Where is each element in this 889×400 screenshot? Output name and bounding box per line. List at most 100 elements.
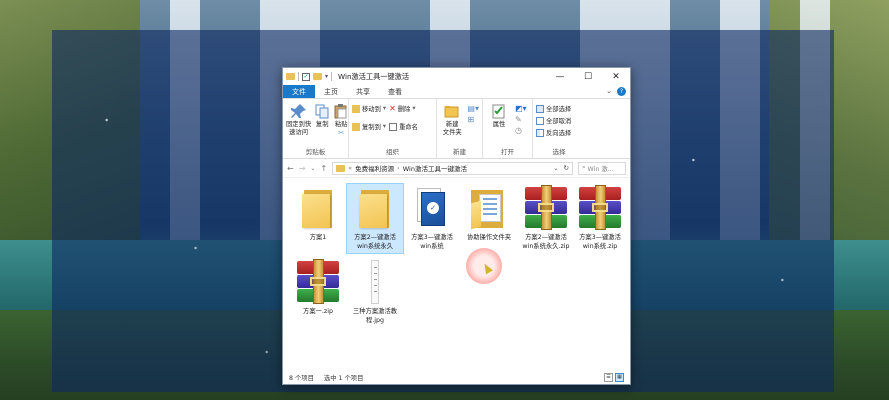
file-item[interactable]: 方案3—键激活 win系统.zip bbox=[572, 184, 628, 253]
image-thumbnail-icon bbox=[371, 260, 379, 304]
file-name: 方案一.zip bbox=[303, 308, 333, 315]
window-title: Win激活工具一键激活 bbox=[338, 71, 410, 81]
tab-view[interactable]: 查看 bbox=[379, 85, 411, 98]
ribbon: 固定到快 速访问 复制 粘贴 ✂ 剪贴板 移动到 ▾ 复制到 ▾ ✕ 删除 ▾ … bbox=[283, 99, 630, 159]
help-icon[interactable]: ? bbox=[617, 87, 626, 96]
select-all-icon bbox=[536, 104, 544, 113]
open-group: 属性 ◩▾ ✎ ◷ 打开 bbox=[483, 99, 533, 158]
back-arrow-icon[interactable]: ← bbox=[287, 164, 294, 173]
file-name: 三种方案激活教 程.jpg bbox=[352, 308, 398, 324]
paste-button[interactable]: 粘贴 ✂ bbox=[333, 101, 349, 137]
move-to-icon bbox=[352, 104, 360, 113]
maximize-button[interactable]: ☐ bbox=[574, 68, 602, 85]
breadcrumb-separator-icon: › bbox=[397, 164, 400, 172]
file-item[interactable]: ✓ 方案3—键激活 win系统 bbox=[404, 184, 460, 253]
quick-access-toolbar: ✓ ▾ bbox=[286, 72, 333, 81]
rename-label: 重命名 bbox=[399, 124, 418, 131]
select-none-button[interactable]: 全部取消 bbox=[536, 116, 571, 125]
properties-label: 属性 bbox=[492, 121, 506, 128]
edit-icon[interactable]: ✎ bbox=[515, 115, 527, 124]
organize-group-label: 组织 bbox=[386, 148, 399, 156]
select-group: 全部选择 全部取消 反向选择 选择 bbox=[533, 99, 585, 158]
file-item-selected[interactable]: 方案2—键激活 win系统永久 bbox=[346, 183, 404, 254]
file-name: 方案2—键激活 win系统永久 bbox=[354, 234, 396, 250]
refresh-icon[interactable]: ↻ bbox=[564, 164, 569, 172]
details-view-icon[interactable]: ☰ bbox=[604, 372, 613, 382]
properties-qa-icon[interactable]: ✓ bbox=[302, 72, 310, 81]
tab-file[interactable]: 文件 bbox=[283, 85, 315, 98]
copy-to-icon bbox=[352, 122, 360, 131]
winrar-archive-icon bbox=[577, 185, 623, 230]
tab-home[interactable]: 主页 bbox=[315, 85, 347, 98]
up-arrow-icon[interactable]: ↑ bbox=[320, 164, 327, 173]
recent-dropdown-icon[interactable]: ⌄ bbox=[310, 165, 315, 172]
new-folder-qa-icon[interactable] bbox=[313, 73, 322, 80]
breadcrumb-item[interactable]: 免费福利资源 bbox=[355, 163, 394, 173]
open-icon[interactable]: ◩▾ bbox=[515, 104, 527, 113]
file-item[interactable]: 三种方案激活教 程.jpg bbox=[347, 258, 403, 327]
invert-selection-icon bbox=[536, 128, 544, 137]
folder-icon bbox=[359, 188, 391, 228]
new-folder-label: 新建 文件夹 bbox=[442, 121, 462, 136]
pin-icon bbox=[290, 103, 307, 119]
history-icon[interactable]: ◷ bbox=[515, 126, 527, 135]
easy-access-icon[interactable]: ⊞ bbox=[467, 115, 479, 124]
rename-button[interactable]: 重命名 bbox=[389, 122, 418, 131]
paste-icon bbox=[333, 103, 349, 119]
invert-selection-button[interactable]: 反向选择 bbox=[536, 128, 571, 137]
breadcrumb-item[interactable]: Win激活工具一键激活 bbox=[403, 163, 467, 173]
title-bar[interactable]: ✓ ▾ Win激活工具一键激活 — ☐ ✕ bbox=[283, 68, 630, 85]
status-bar: 8 个项目 选中 1 个项目 ☰ ▦ bbox=[283, 370, 630, 384]
properties-icon bbox=[491, 103, 507, 119]
copy-label: 复制 bbox=[315, 121, 329, 128]
move-to-button[interactable]: 移动到 ▾ bbox=[352, 104, 386, 113]
properties-button[interactable]: 属性 bbox=[486, 101, 512, 129]
file-list: 方案1 方案2—键激活 win系统永久 ✓ 方案3—键激活 win系统 协助操作… bbox=[283, 178, 630, 346]
documents-folder-icon bbox=[471, 188, 507, 230]
new-folder-icon bbox=[444, 103, 460, 119]
new-item-icon[interactable]: ▤▾ bbox=[467, 104, 479, 113]
pin-quick-access-button[interactable]: 固定到快 速访问 bbox=[286, 101, 311, 137]
copy-to-label: 复制到 bbox=[362, 124, 381, 131]
item-count: 8 个项目 bbox=[289, 374, 314, 382]
copy-to-button[interactable]: 复制到 ▾ bbox=[352, 122, 386, 131]
ribbon-collapse-icon[interactable]: ⌄ bbox=[606, 87, 612, 96]
select-group-label: 选择 bbox=[552, 148, 566, 156]
file-item[interactable]: 方案2—键激活 win系统永久.zip bbox=[516, 184, 576, 253]
file-item[interactable]: 协助操作文件夹 bbox=[461, 184, 517, 245]
large-icons-view-icon[interactable]: ▦ bbox=[615, 372, 624, 382]
file-item[interactable]: 方案1 bbox=[290, 184, 346, 245]
winrar-archive-icon bbox=[295, 259, 341, 304]
invert-selection-label: 反向选择 bbox=[546, 130, 572, 137]
address-dropdown-icon[interactable]: ⌄ bbox=[553, 164, 558, 172]
folder-icon bbox=[302, 188, 334, 228]
open-group-label: 打开 bbox=[501, 148, 514, 156]
breadcrumb-separator-icon: « bbox=[348, 164, 353, 172]
minimize-button[interactable]: — bbox=[546, 68, 574, 85]
qa-dropdown-icon[interactable]: ▾ bbox=[325, 73, 328, 80]
select-all-label: 全部选择 bbox=[546, 106, 572, 113]
tab-share[interactable]: 共享 bbox=[347, 85, 379, 98]
delete-label: 删除 bbox=[397, 106, 411, 113]
ribbon-tabs: 文件 主页 共享 查看 ⌄ ? bbox=[283, 85, 630, 99]
clipboard-group-label: 剪贴板 bbox=[305, 148, 326, 156]
file-item[interactable]: 方案一.zip bbox=[290, 258, 346, 319]
separator bbox=[298, 72, 299, 81]
select-all-button[interactable]: 全部选择 bbox=[536, 104, 571, 113]
copy-button[interactable]: 复制 bbox=[314, 101, 330, 129]
file-name: 方案3—键激活 win系统.zip bbox=[579, 234, 621, 250]
select-none-label: 全部取消 bbox=[546, 118, 572, 125]
cut-icon[interactable]: ✂ bbox=[338, 129, 344, 137]
explorer-window: ✓ ▾ Win激活工具一键激活 — ☐ ✕ 文件 主页 共享 查看 ⌄ ? 固定… bbox=[282, 67, 631, 385]
new-group-label: 新建 bbox=[453, 148, 466, 156]
address-bar[interactable]: « 免费福利资源 › Win激活工具一键激活 ⌄ ↻ bbox=[332, 161, 573, 175]
folder-icon bbox=[336, 164, 346, 172]
forward-arrow-icon[interactable]: → bbox=[299, 164, 306, 173]
folder-icon bbox=[286, 73, 295, 80]
close-button[interactable]: ✕ bbox=[602, 68, 630, 85]
search-input[interactable]: ⌕ Win 激... bbox=[578, 161, 626, 175]
paste-label: 粘贴 bbox=[334, 121, 348, 128]
new-folder-button[interactable]: 新建 文件夹 bbox=[440, 101, 464, 137]
file-name: 方案1 bbox=[309, 234, 327, 241]
delete-button[interactable]: ✕ 删除 ▾ bbox=[389, 104, 418, 113]
